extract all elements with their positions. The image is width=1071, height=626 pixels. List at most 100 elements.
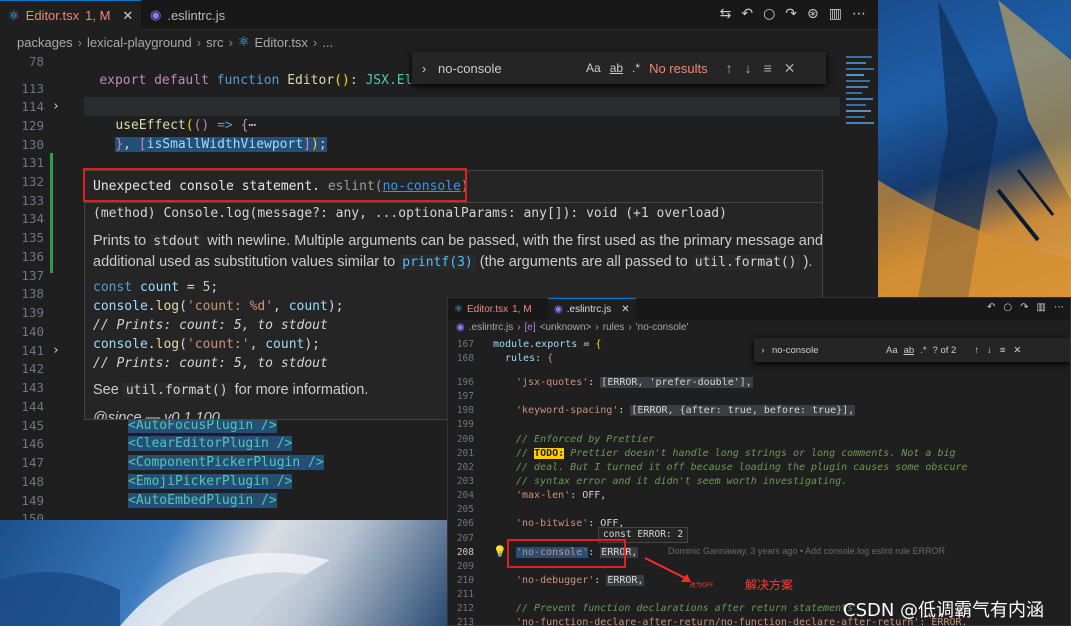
match-case-icon[interactable]: Aa bbox=[886, 345, 898, 356]
code-line[interactable]: 'no-debugger': ERROR, bbox=[516, 574, 645, 588]
line-number: 209 bbox=[456, 561, 474, 572]
code-line-148[interactable]: <ComponentPickerPlugin /> bbox=[128, 453, 324, 472]
background-artwork bbox=[878, 0, 1071, 298]
editor-actions: ⇆ ↶ ○ ↷ ⊛ ▥ ⋯ bbox=[720, 6, 866, 22]
line-number: 210 bbox=[456, 575, 474, 586]
line-number: 133 bbox=[21, 193, 44, 208]
go-back-icon[interactable]: ↶ bbox=[741, 6, 753, 22]
find-in-selection-icon[interactable]: ≡ bbox=[764, 60, 772, 76]
line-number: 148 bbox=[21, 474, 44, 489]
line-number: 202 bbox=[456, 462, 474, 473]
find-result: ? of 2 bbox=[932, 344, 957, 356]
next-match-icon[interactable]: ↓ bbox=[987, 345, 992, 356]
lightbulb-icon[interactable]: 💡 bbox=[493, 545, 507, 558]
find-widget: › no-console Aa ab .* No results ↑ ↓ ≡ ✕ bbox=[412, 52, 826, 84]
line-number: 205 bbox=[456, 504, 474, 515]
more-icon[interactable]: ⋯ bbox=[852, 6, 866, 22]
fold-chevron-icon[interactable]: › bbox=[52, 99, 60, 114]
find-input[interactable]: no-console bbox=[436, 61, 586, 76]
whole-word-icon[interactable]: ab bbox=[610, 61, 623, 75]
dot-icon[interactable]: ○ bbox=[1003, 302, 1012, 313]
split-editor-icon[interactable]: ▥ bbox=[829, 6, 842, 22]
go-back-icon[interactable]: ↶ bbox=[987, 302, 995, 313]
previous-match-icon[interactable]: ↑ bbox=[726, 60, 733, 76]
go-forward-icon[interactable]: ↷ bbox=[1020, 302, 1028, 313]
find-in-selection-icon[interactable]: ≡ bbox=[1000, 345, 1006, 356]
line-number: 132 bbox=[21, 174, 44, 189]
previous-match-icon[interactable]: ↑ bbox=[974, 345, 979, 356]
code-line[interactable]: module.exports = { bbox=[493, 338, 601, 352]
line-number: 137 bbox=[21, 268, 44, 283]
fold-chevron-icon[interactable]: › bbox=[52, 343, 60, 358]
line-number: 204 bbox=[456, 490, 474, 501]
compare-icon[interactable]: ⇆ bbox=[720, 6, 732, 22]
code-line-149[interactable]: <EmojiPickerPlugin /> bbox=[128, 472, 293, 491]
find-input[interactable]: no-console bbox=[772, 345, 886, 356]
close-icon[interactable]: ✕ bbox=[122, 8, 133, 24]
toggle-replace-icon[interactable]: › bbox=[412, 61, 436, 76]
code-line-78[interactable]: export default function Editor(): JSX.El… bbox=[68, 52, 452, 88]
regex-icon[interactable]: .* bbox=[632, 61, 640, 75]
code-line-150[interactable]: <AutoEmbedPlugin /> bbox=[128, 491, 277, 510]
line-number: 196 bbox=[456, 377, 474, 388]
tab-bar: ⚛ Editor.tsx 1, M ✕ ◉ .eslintrc.js ⇆ ↶ ○… bbox=[0, 0, 878, 30]
code-line[interactable]: 'max-len': OFF, bbox=[516, 489, 606, 503]
match-case-icon[interactable]: Aa bbox=[586, 61, 601, 75]
close-icon[interactable]: ✕ bbox=[621, 304, 629, 315]
watermark: CSDN @低调霸气有内涵 bbox=[843, 600, 1045, 621]
line-number: 144 bbox=[21, 399, 44, 414]
example-line: console.log('count:', count); bbox=[93, 337, 321, 352]
example-line: const count = 5; bbox=[93, 280, 219, 295]
code-comment[interactable]: // Prevent function declarations after r… bbox=[516, 602, 853, 616]
timeline-icon[interactable]: ⊛ bbox=[807, 6, 819, 22]
close-icon[interactable]: ✕ bbox=[784, 60, 796, 77]
code-line[interactable]: rules: { bbox=[505, 352, 553, 366]
code-line[interactable]: 'keyword-spacing': [ERROR, {after: true,… bbox=[516, 404, 856, 418]
close-icon[interactable]: ✕ bbox=[1013, 345, 1021, 356]
react-file-icon: ⚛ bbox=[8, 7, 20, 23]
tab-editor-tsx[interactable]: ⚛ Editor.tsx 1, M bbox=[448, 298, 538, 320]
go-forward-icon[interactable]: ↷ bbox=[785, 6, 797, 22]
line-number: 208 bbox=[456, 547, 474, 558]
dot-icon[interactable]: ○ bbox=[763, 6, 775, 22]
line-number: 145 bbox=[21, 418, 44, 433]
tab-bar: ⚛ Editor.tsx 1, M ◉ .eslintrc.js ✕ ↶ ○ ↷ … bbox=[448, 298, 1070, 320]
eslint-file-icon: ◉ bbox=[150, 7, 162, 22]
example-line: console.log('count: %d', count); bbox=[93, 299, 344, 314]
line-number: 168 bbox=[456, 353, 474, 364]
more-icon[interactable]: ⋯ bbox=[1054, 302, 1064, 313]
code-comment[interactable]: // TODO: Prettier doesn't handle long st… bbox=[516, 447, 956, 461]
code-line-129[interactable]: }, [isSmallWidthViewport]); bbox=[84, 116, 327, 152]
code-line[interactable]: 'jsx-quotes': [ERROR, 'prefer-double'], bbox=[516, 376, 753, 390]
code-comment[interactable]: // Enforced by Prettier bbox=[516, 433, 654, 447]
line-number: 113 bbox=[21, 81, 44, 96]
example-comment: // Prints: count: 5, to stdout bbox=[93, 356, 328, 371]
background-artwork bbox=[0, 520, 450, 626]
react-file-icon: ⚛ bbox=[237, 34, 250, 49]
code-line-147[interactable]: <ClearEditorPlugin /> bbox=[128, 434, 293, 453]
annotation-label: 解决方案 bbox=[745, 578, 794, 592]
tab-eslintrc[interactable]: ◉ .eslintrc.js ✕ bbox=[548, 298, 636, 320]
find-result: No results bbox=[649, 60, 708, 76]
code-comment[interactable]: // syntax error and it didn't seem worth… bbox=[516, 475, 847, 489]
since-tag: @since — v0.1.100 bbox=[93, 410, 220, 420]
line-number: 198 bbox=[456, 405, 474, 416]
regex-icon[interactable]: .* bbox=[920, 345, 926, 356]
react-file-icon: ⚛ bbox=[454, 303, 463, 315]
code-line-114[interactable]: useEffect(() => {⋯ bbox=[84, 97, 840, 133]
line-number: 197 bbox=[456, 391, 474, 402]
line-number: 139 bbox=[21, 305, 44, 320]
line-number: 140 bbox=[21, 324, 44, 339]
git-modified-bar bbox=[50, 153, 53, 273]
line-number: 201 bbox=[456, 448, 474, 459]
tab-editor-tsx[interactable]: ⚛ Editor.tsx 1, M ✕ bbox=[0, 0, 142, 30]
line-number: 135 bbox=[21, 230, 44, 245]
tab-eslintrc[interactable]: ◉ .eslintrc.js bbox=[142, 0, 233, 30]
split-editor-icon[interactable]: ▥ bbox=[1037, 302, 1046, 313]
breadcrumb: ◉ .eslintrc.js › [e] <unknown> › rules › 'no-… bbox=[456, 322, 689, 333]
next-match-icon[interactable]: ↓ bbox=[745, 60, 752, 76]
code-comment[interactable]: // deal. But I turned it off because loa… bbox=[516, 461, 968, 475]
toggle-replace-icon[interactable]: › bbox=[754, 345, 772, 356]
whole-word-icon[interactable]: ab bbox=[904, 345, 915, 356]
method-signature: (method) Console.log(message?: any, ...o… bbox=[93, 206, 727, 221]
